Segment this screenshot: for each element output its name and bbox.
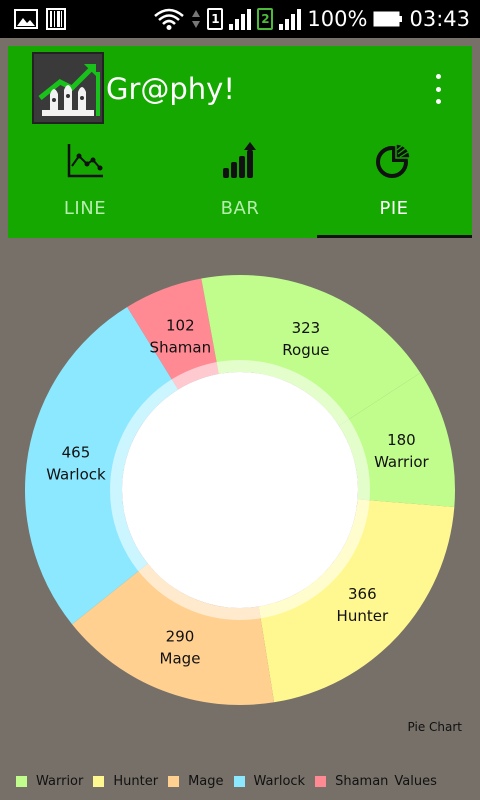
legend-item-warrior: Warrior (16, 774, 83, 789)
legend-label: Shaman (335, 773, 389, 789)
slice-value-label: 290 (166, 627, 195, 645)
legend-label: Warlock (253, 773, 306, 789)
bar-chart-icon (223, 142, 256, 178)
tab-pie-label: PIE (379, 198, 409, 219)
status-left (14, 8, 66, 30)
sim1-badge: 1 (207, 8, 224, 30)
gallery-icon (14, 9, 38, 29)
pie-chart: 180 Warrior 366 Hunter 290 Mage 465 Warlock 102 S… (0, 250, 480, 720)
slice-category-label: Rogue (282, 341, 329, 359)
tab-indicator (317, 235, 472, 238)
slice-value-label: 465 (62, 443, 91, 461)
legend-swatch (168, 775, 180, 787)
tab-bar-label: BAR (220, 198, 260, 219)
overflow-dot-icon (435, 99, 441, 104)
legend-swatch (16, 775, 27, 787)
sim2-badge: 2 (257, 8, 274, 30)
slice-category-label: Warrior (374, 453, 429, 471)
legend-swatch (233, 775, 245, 787)
status-right: 1 2 100% 03:43 (153, 7, 470, 31)
legend-label: Hunter (113, 773, 159, 789)
legend-title: Values (394, 773, 437, 789)
legend-item-shaman: Shaman (315, 774, 388, 789)
data-transfer-icon (192, 10, 201, 28)
slice-value-label: 180 (387, 431, 416, 449)
chart-description: Pie Chart (407, 720, 462, 734)
app-logo (32, 52, 104, 124)
slice-category-label: Shaman (150, 339, 212, 357)
clock: 03:43 (409, 7, 470, 31)
battery-percent: 100% (307, 7, 368, 31)
app-title: Gr@phy! (106, 72, 235, 106)
barcode-icon (46, 8, 66, 30)
app-bar: Gr@phy! LINE BAR PIE (8, 46, 472, 238)
line-chart-icon (67, 144, 103, 178)
chart-legend: Warrior Hunter Mage Warlock Shaman Values (16, 772, 476, 790)
legend-item-warlock: Warlock (233, 773, 306, 789)
pie-chart-icon (376, 143, 411, 178)
rocket-graph-logo (34, 54, 102, 122)
slice-category-label: Warlock (46, 465, 106, 483)
legend-item-mage: Mage (168, 773, 224, 789)
slice-value-label: 366 (348, 585, 377, 603)
legend-swatch (93, 775, 105, 787)
tab-line[interactable]: LINE (8, 142, 162, 238)
battery-icon (373, 11, 403, 27)
signal-2-icon (279, 8, 302, 30)
slice-value-label: 102 (166, 317, 195, 335)
wifi-icon (154, 8, 185, 30)
slice-value-label: 323 (292, 319, 321, 337)
pie-chart-svg: 180 Warrior 366 Hunter 290 Mage 465 Warlock 102 S… (25, 275, 455, 705)
slice-category-label: Mage (160, 649, 201, 667)
tab-pie[interactable]: PIE (317, 142, 471, 238)
overflow-menu-button[interactable] (426, 74, 450, 104)
legend-label: Mage (188, 773, 224, 789)
slice-category-label: Hunter (337, 607, 389, 625)
tab-line-label: LINE (63, 198, 107, 219)
legend-swatch (315, 775, 327, 787)
status-bar: 1 2 100% 03:43 (0, 0, 480, 38)
tab-bar[interactable]: BAR (163, 142, 317, 238)
legend-item-hunter: Hunter (93, 774, 158, 789)
overflow-dot-icon (435, 74, 441, 79)
overflow-dot-icon (435, 86, 441, 92)
legend-label: Warrior (36, 773, 84, 789)
signal-1-icon (229, 8, 252, 30)
donut-hole (122, 372, 358, 608)
